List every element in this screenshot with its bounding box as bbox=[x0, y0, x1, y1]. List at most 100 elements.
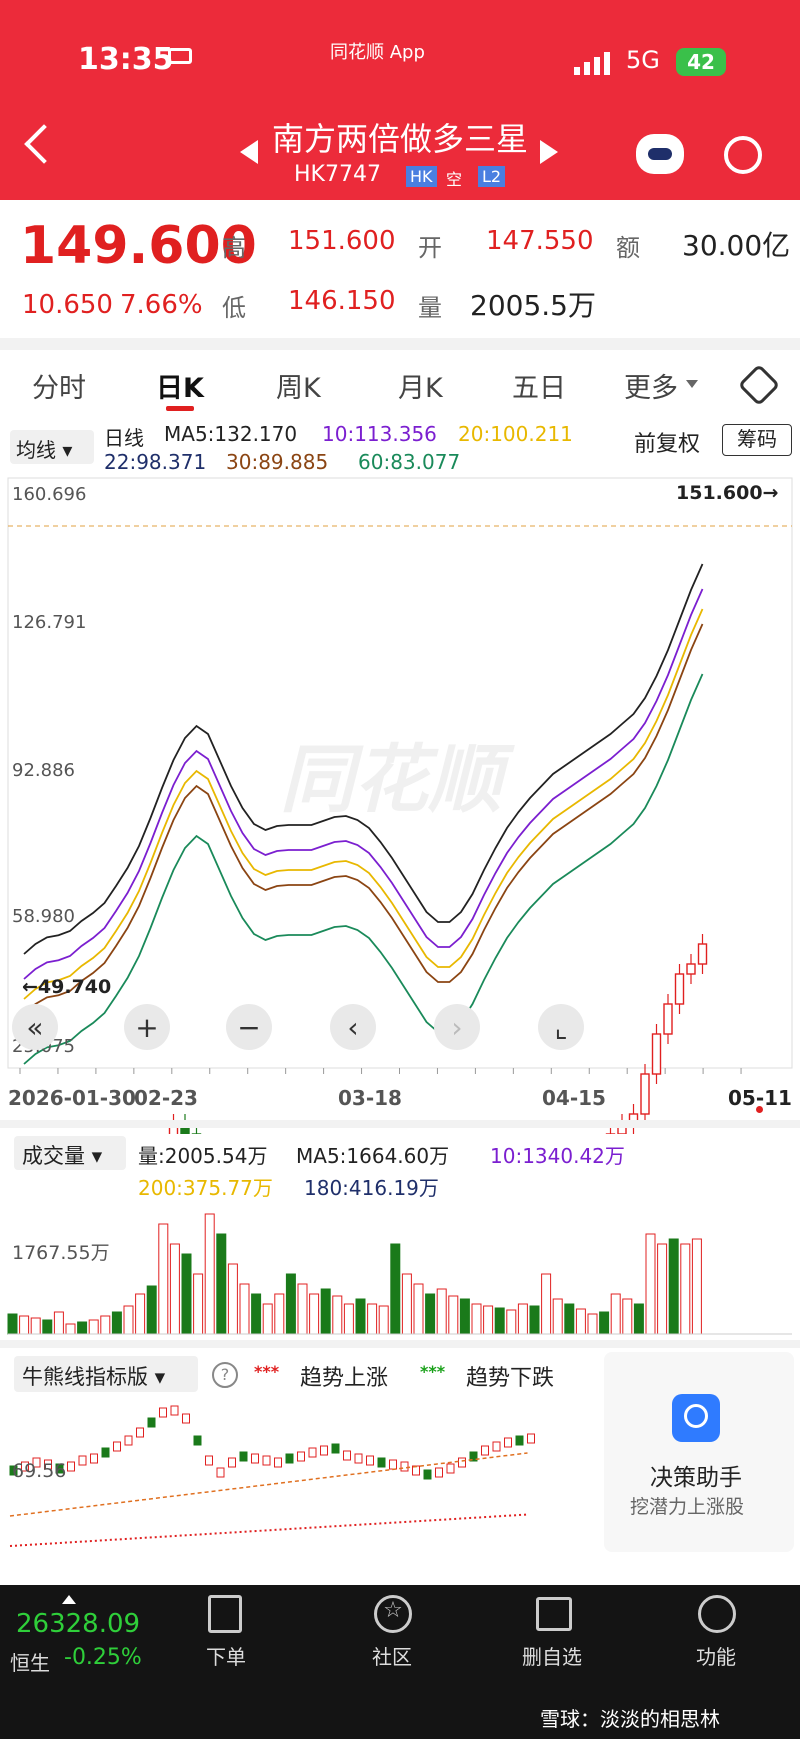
volume-bar bbox=[633, 1303, 644, 1335]
assistant-app-icon bbox=[672, 1394, 720, 1442]
volume-bar bbox=[42, 1319, 53, 1335]
tab-more[interactable]: 更多 bbox=[624, 366, 678, 405]
volume-bar bbox=[65, 1323, 76, 1335]
prev-stock-icon[interactable] bbox=[240, 140, 258, 164]
volume-bar bbox=[668, 1238, 679, 1335]
volume-bar bbox=[622, 1298, 633, 1335]
volume-bar bbox=[19, 1315, 30, 1335]
volume-label: 量 bbox=[418, 294, 442, 322]
volume-bar bbox=[471, 1303, 482, 1335]
volume-bar bbox=[297, 1283, 308, 1335]
collapse-left-icon[interactable]: « bbox=[12, 1004, 58, 1050]
order-icon[interactable] bbox=[208, 1595, 242, 1633]
zoom-out-icon[interactable]: − bbox=[226, 1004, 272, 1050]
remove-watchlist-icon[interactable] bbox=[536, 1597, 572, 1631]
tab-daily-k[interactable]: 日K bbox=[156, 366, 204, 405]
volume-value: 2005.5万 bbox=[470, 289, 596, 322]
market-badge: HK bbox=[406, 166, 437, 187]
min-price-marker: ←49.740 bbox=[22, 976, 112, 998]
chips-button[interactable]: 筹码 bbox=[722, 424, 792, 456]
volume-bar bbox=[691, 1238, 702, 1335]
high-value: 151.600 bbox=[288, 226, 396, 256]
collapse-up-icon[interactable] bbox=[62, 1595, 76, 1604]
decision-assistant-card[interactable]: 决策助手 挖潜力上涨股 bbox=[604, 1352, 794, 1552]
next-stock-icon[interactable] bbox=[540, 140, 558, 164]
tab-five-day[interactable]: 五日 bbox=[512, 366, 566, 405]
indicator-candle bbox=[343, 1450, 351, 1461]
volume-bar bbox=[181, 1253, 192, 1335]
candle-body bbox=[697, 943, 708, 965]
assistant-title: 决策助手 bbox=[650, 1465, 742, 1491]
volume-bar bbox=[123, 1305, 134, 1335]
volume-bar bbox=[367, 1303, 378, 1335]
down-trend-legend-icon: *** bbox=[420, 1362, 446, 1381]
tab-weekly-k[interactable]: 周K bbox=[276, 366, 321, 405]
active-tab-indicator bbox=[166, 406, 194, 411]
indicator-candle bbox=[331, 1443, 340, 1454]
stock-code: HK7747 bbox=[294, 162, 381, 187]
app-header: 13:35 同花顺 App 5G 42 南方两倍做多三星 HK7747 HK 空… bbox=[0, 0, 800, 200]
order-button[interactable]: 下单 bbox=[206, 1641, 246, 1670]
tab-monthly-k[interactable]: 月K bbox=[398, 366, 443, 405]
indicator-selector[interactable]: 牛熊线指标版 ▾ bbox=[14, 1356, 198, 1392]
pan-left-icon[interactable]: ‹ bbox=[330, 1004, 376, 1050]
volume-bar bbox=[564, 1303, 575, 1335]
amount-value: 30.00亿 bbox=[682, 229, 791, 262]
index-value: 26328.09 bbox=[16, 1609, 141, 1639]
volume-y-label: 1767.55万 bbox=[12, 1242, 110, 1264]
quote-panel: 149.600 10.650 7.66% 高 151.600 开 147.550… bbox=[0, 200, 800, 340]
indicator-candle bbox=[389, 1459, 397, 1470]
indicator-candle bbox=[285, 1453, 294, 1464]
volume-selector[interactable]: 成交量 ▾ bbox=[14, 1136, 126, 1170]
volume-bar bbox=[413, 1283, 424, 1335]
volume-bar bbox=[88, 1319, 99, 1335]
indicator-candle bbox=[205, 1455, 213, 1466]
amount-label: 额 bbox=[616, 234, 640, 262]
volume-bar bbox=[552, 1298, 563, 1335]
volume-bar bbox=[111, 1311, 122, 1335]
price-change-pct: 7.66% bbox=[120, 290, 203, 320]
help-icon[interactable]: ? bbox=[212, 1362, 238, 1388]
volume-chart[interactable] bbox=[0, 1170, 800, 1340]
volume-selector-label: 成交量 bbox=[22, 1144, 85, 1168]
fullscreen-icon[interactable]: ⌞ bbox=[538, 1004, 584, 1050]
zoom-in-icon[interactable]: + bbox=[124, 1004, 170, 1050]
robot-assistant-icon[interactable] bbox=[636, 134, 684, 174]
volume-bar bbox=[425, 1293, 436, 1335]
volume-bar bbox=[599, 1311, 610, 1335]
indicator-candle bbox=[78, 1455, 87, 1466]
back-icon[interactable] bbox=[24, 124, 64, 164]
indicator-candle bbox=[527, 1433, 535, 1444]
adjust-mode[interactable]: 前复权 bbox=[634, 426, 700, 458]
indicator-candle bbox=[113, 1441, 121, 1452]
bull-bear-chart[interactable] bbox=[0, 1396, 600, 1556]
community-icon[interactable]: ☆ bbox=[374, 1595, 412, 1633]
volume-bar bbox=[216, 1233, 227, 1335]
pan-right-icon[interactable]: › bbox=[434, 1004, 480, 1050]
volume-bar bbox=[146, 1285, 157, 1335]
bed-icon bbox=[168, 48, 192, 64]
indicator-candle bbox=[435, 1467, 443, 1478]
volume-bar bbox=[657, 1243, 668, 1335]
indicator-candle bbox=[159, 1407, 167, 1418]
indicator-candle bbox=[193, 1435, 202, 1446]
candle-body bbox=[640, 1073, 650, 1115]
ma60-value: 60:83.077 bbox=[358, 450, 461, 474]
volume-bar bbox=[309, 1293, 320, 1335]
community-button[interactable]: 社区 bbox=[372, 1641, 412, 1670]
settings-hexagon-icon[interactable] bbox=[737, 363, 781, 407]
volume-bar bbox=[610, 1293, 621, 1335]
indicator-candle bbox=[147, 1417, 156, 1428]
indicator-candle bbox=[320, 1445, 328, 1456]
tab-intraday[interactable]: 分时 bbox=[32, 366, 86, 405]
menu-icon[interactable] bbox=[698, 1595, 736, 1633]
y-axis-label-3: 92.886 bbox=[12, 760, 75, 781]
ma-selector[interactable]: 均线 ▾ bbox=[10, 430, 94, 464]
search-icon[interactable] bbox=[724, 136, 762, 174]
open-value: 147.550 bbox=[486, 226, 594, 256]
volume-current: 量:2005.54万 bbox=[138, 1144, 268, 1168]
function-button[interactable]: 功能 bbox=[696, 1641, 736, 1670]
short-badge: 空 bbox=[446, 170, 463, 189]
volume-bar bbox=[506, 1309, 517, 1335]
remove-watchlist-button[interactable]: 删自选 bbox=[522, 1641, 582, 1670]
